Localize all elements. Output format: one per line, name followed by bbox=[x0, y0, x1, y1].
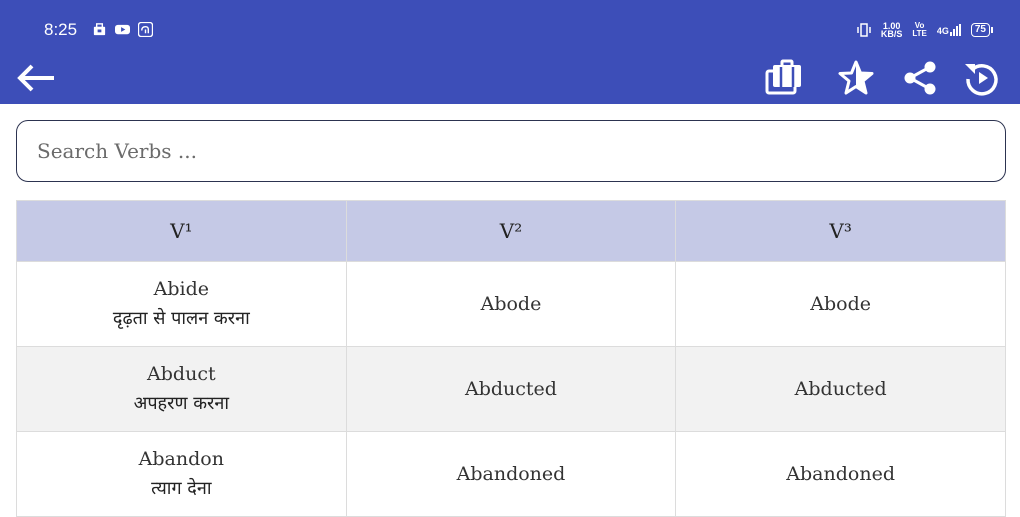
status-bar: 8:25 1.00 KB/S Vo LTE 4G 75 bbox=[0, 0, 1020, 58]
star-icon bbox=[838, 60, 874, 95]
v2-cell: Abducted bbox=[345, 346, 677, 432]
v2-cell: Abandoned bbox=[345, 431, 677, 517]
column-header-v3[interactable]: V³ bbox=[675, 200, 1006, 262]
share-button[interactable] bbox=[898, 56, 942, 100]
signal-indicator: 4G bbox=[937, 24, 961, 36]
column-header-v1[interactable]: V¹ bbox=[16, 200, 347, 262]
notification-app-icon bbox=[93, 23, 106, 36]
vibrate-icon bbox=[857, 23, 871, 37]
v1-cell: Abduct अपहरण करना bbox=[16, 346, 347, 432]
hindi-meaning: त्याग देना bbox=[151, 478, 212, 499]
verb-table: V¹ V² V³ Abide दृढ़ता से पालन करना Abode… bbox=[16, 200, 1006, 517]
battery-indicator: 75 bbox=[970, 23, 994, 37]
table-row[interactable]: Abandon त्याग देना Abandoned Abandoned bbox=[16, 431, 1006, 517]
v3-cell: Abode bbox=[675, 261, 1006, 347]
briefcase-button[interactable] bbox=[762, 56, 806, 100]
youtube-icon bbox=[115, 24, 130, 35]
status-time: 8:25 bbox=[44, 20, 78, 39]
table-header-row: V¹ V² V³ bbox=[16, 200, 1006, 262]
refresh-button[interactable] bbox=[960, 56, 1004, 100]
column-header-v2[interactable]: V² bbox=[345, 200, 677, 262]
volte-indicator: Vo LTE bbox=[912, 21, 927, 38]
share-icon bbox=[904, 61, 936, 95]
table-row[interactable]: Abide दृढ़ता से पालन करना Abode Abode bbox=[16, 261, 1006, 347]
table-row[interactable]: Abduct अपहरण करना Abducted Abducted bbox=[16, 346, 1006, 432]
v1-cell: Abide दृढ़ता से पालन करना bbox=[16, 261, 347, 347]
toolbar bbox=[0, 56, 1020, 100]
arrow-left-icon bbox=[17, 64, 54, 92]
v1-word: Abandon bbox=[138, 448, 224, 470]
refresh-icon bbox=[965, 64, 998, 96]
v1-cell: Abandon त्याग देना bbox=[16, 431, 347, 517]
v1-word: Abduct bbox=[147, 363, 216, 385]
v1-word: Abide bbox=[153, 278, 210, 300]
hindi-meaning: दृढ़ता से पालन करना bbox=[112, 308, 250, 329]
v2-cell: Abode bbox=[345, 261, 677, 347]
hindi-meaning: अपहरण करना bbox=[133, 393, 230, 414]
back-button[interactable] bbox=[14, 56, 58, 100]
briefcase-icon bbox=[765, 59, 801, 95]
app-bar: 8:25 1.00 KB/S Vo LTE 4G 75 bbox=[0, 0, 1020, 104]
network-speed: 1.00 KB/S bbox=[880, 21, 903, 39]
search-container bbox=[16, 120, 1006, 182]
favorite-button[interactable] bbox=[834, 56, 878, 100]
v3-cell: Abandoned bbox=[675, 431, 1006, 517]
app-notification-icon bbox=[138, 22, 153, 37]
search-input[interactable] bbox=[16, 120, 1006, 182]
signal-bars-icon bbox=[949, 24, 961, 36]
v3-cell: Abducted bbox=[675, 346, 1006, 432]
